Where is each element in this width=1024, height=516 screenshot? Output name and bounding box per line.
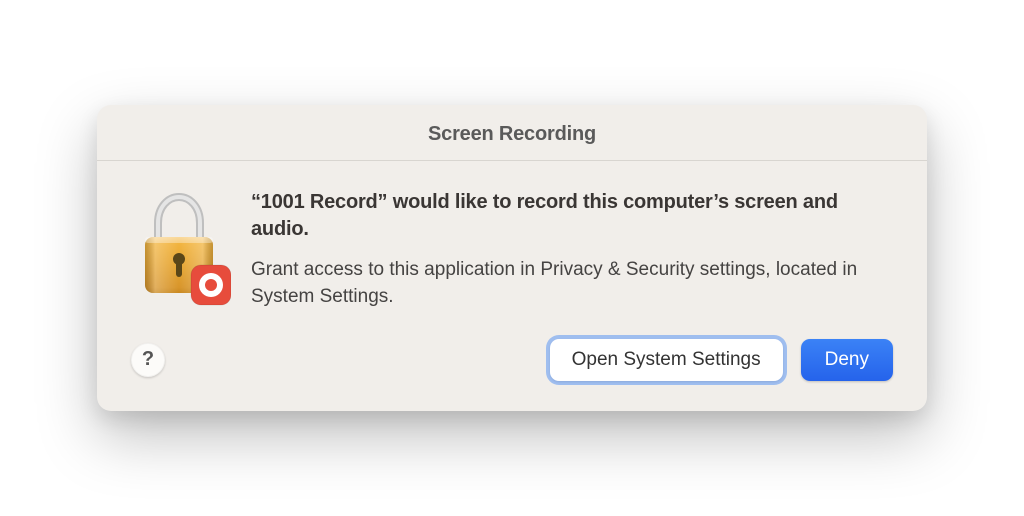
button-row: ? Open System Settings Deny xyxy=(97,311,927,411)
dialog-body: Grant access to this application in Priv… xyxy=(251,257,893,311)
dialog-titlebar: Screen Recording xyxy=(97,105,927,160)
open-system-settings-button[interactable]: Open System Settings xyxy=(550,339,783,381)
lock-privacy-icon xyxy=(135,189,223,299)
deny-button[interactable]: Deny xyxy=(801,339,893,381)
dialog-title: Screen Recording xyxy=(97,123,927,146)
help-button[interactable]: ? xyxy=(131,343,165,377)
help-icon: ? xyxy=(142,348,154,371)
icon-column xyxy=(131,189,227,311)
dialog-content: “1001 Record” would like to record this … xyxy=(97,161,927,311)
text-column: “1001 Record” would like to record this … xyxy=(251,189,893,311)
dialog-heading: “1001 Record” would like to record this … xyxy=(251,189,893,243)
permission-dialog: Screen Recording xyxy=(97,105,927,411)
